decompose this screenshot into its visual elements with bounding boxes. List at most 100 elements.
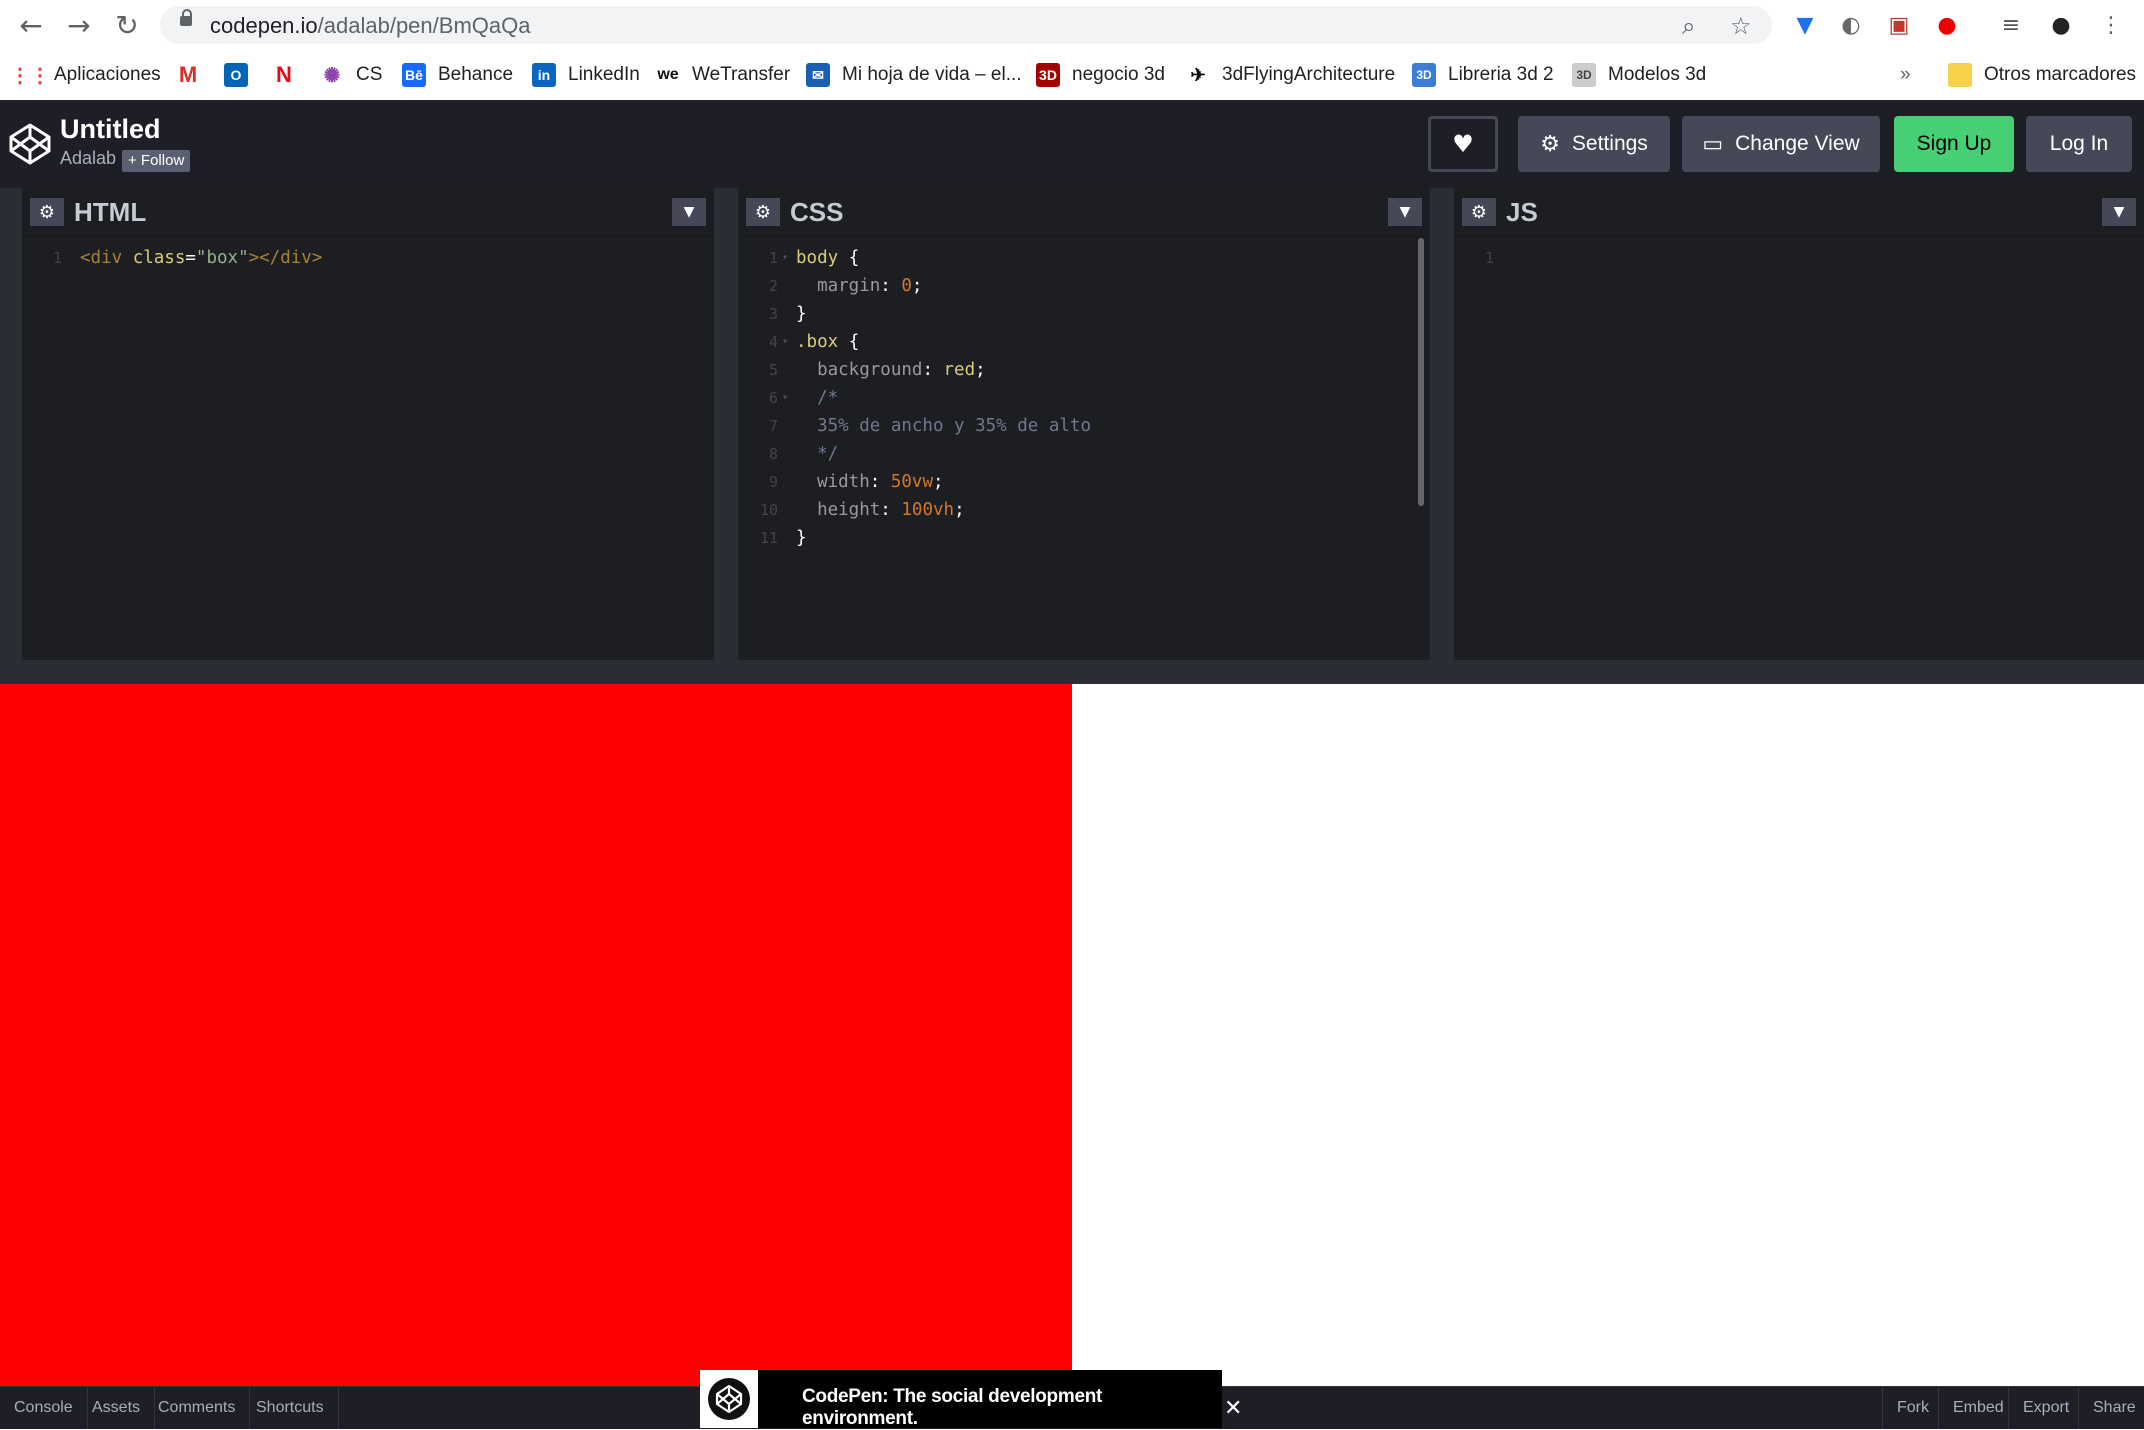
html-settings-gear-icon[interactable]: ⚙ <box>30 198 64 226</box>
html-code-area[interactable]: 1 <div class="box"></div> <box>22 244 714 272</box>
change-view-button[interactable]: ▭ Change View <box>1682 116 1880 172</box>
code-line: 7 35% de ancho y 35% de alto <box>738 412 1430 440</box>
bookmark-linkedin[interactable]: in LinkedIn <box>532 60 640 90</box>
code-token: red <box>943 360 976 380</box>
gmail-icon: M <box>178 62 198 87</box>
js-editor[interactable]: ⚙ JS ▼ 1 <box>1454 188 2144 660</box>
fold-arrow-icon[interactable]: ▾ <box>782 244 788 272</box>
bookmark-hoja-de-vida[interactable]: ✉ Mi hoja de vida – el... <box>806 60 1022 90</box>
line-number: 7 <box>768 417 778 435</box>
bookmark-modelos-3d[interactable]: 3D Modelos 3d <box>1572 60 1706 90</box>
js-settings-gear-icon[interactable]: ⚙ <box>1462 198 1496 226</box>
code-text: 35% de ancho y 35% de alto <box>796 412 1091 440</box>
code-token: height <box>796 500 881 520</box>
js-editor-title: JS <box>1506 197 1538 227</box>
code-text: background: red; <box>796 356 986 384</box>
bookmark-negocio-3d[interactable]: 3D negocio 3d <box>1036 60 1165 90</box>
zoom-icon[interactable]: ⌕ <box>1682 12 1695 40</box>
apps-grid-icon: ⋮⋮ <box>10 64 50 87</box>
bookmark-gmail[interactable]: M <box>176 60 212 90</box>
layout-icon: ▭ <box>1702 131 1724 157</box>
bookmark-otros[interactable]: Otros marcadores <box>1948 60 2136 90</box>
code-text: height: 100vh; <box>796 496 965 524</box>
code-text: body { <box>796 244 859 272</box>
back-icon[interactable]: ← <box>14 8 48 42</box>
css-chevron-down-icon[interactable]: ▼ <box>1388 198 1422 226</box>
bookmark-aplicaciones[interactable]: ⋮⋮ Aplicaciones <box>10 60 161 90</box>
opera-extension-icon[interactable]: ● <box>1932 10 1962 40</box>
settings-label: Settings <box>1571 132 1648 155</box>
code-token: 50vw <box>890 472 933 492</box>
bookmark-libreria-3d[interactable]: 3D Libreria 3d 2 <box>1412 60 1554 90</box>
code-line: 1 ▾ body { <box>738 244 1430 272</box>
shortcuts-button[interactable]: Shortcuts <box>242 1387 339 1429</box>
code-token: width <box>796 472 870 492</box>
line-number: 8 <box>768 445 778 463</box>
close-icon[interactable]: ✕ <box>1224 1396 1242 1421</box>
bookmark-3dflying[interactable]: ✈ 3dFlyingArchitecture <box>1186 60 1395 90</box>
html-chevron-down-icon[interactable]: ▼ <box>672 198 706 226</box>
code-token: ; <box>911 276 923 296</box>
address-bar[interactable]: codepen.io/adalab/pen/BmQaQa ⌕ ☆ <box>160 6 1772 44</box>
log-in-button[interactable]: Log In <box>2026 116 2132 172</box>
line-number: 4 <box>768 333 778 351</box>
bookmark-wetransfer[interactable]: we WeTransfer <box>656 60 790 90</box>
follow-button[interactable]: + Follow <box>122 150 191 172</box>
star-icon[interactable]: ☆ <box>1730 12 1752 40</box>
code-token: { <box>838 332 860 352</box>
bookmarks-more-icon[interactable]: » <box>1900 60 1911 90</box>
profile-avatar[interactable]: ● <box>2046 10 2076 40</box>
preview-pane <box>0 684 2144 1386</box>
fold-arrow-icon[interactable]: ▾ <box>782 328 788 356</box>
pen-author[interactable]: Adalab <box>60 148 116 169</box>
codepen-logo-icon[interactable] <box>8 122 52 166</box>
bookmark-netflix[interactable]: N <box>272 60 308 90</box>
export-button[interactable]: Export <box>2008 1387 2083 1429</box>
love-button[interactable]: ♥ <box>1428 116 1498 172</box>
css-settings-gear-icon[interactable]: ⚙ <box>746 198 780 226</box>
code-text: width: 50vw; <box>796 468 944 496</box>
js-chevron-down-icon[interactable]: ▼ <box>2102 198 2136 226</box>
menu-dots-icon[interactable]: ⋮ <box>2096 10 2126 40</box>
css-editor-title: CSS <box>790 197 844 227</box>
bookmark-behance[interactable]: Bē Behance <box>402 60 513 90</box>
media-icon[interactable]: ≡ <box>1996 10 2026 40</box>
css-editor[interactable]: ⚙ CSS ▼ 1 ▾ body {2 margin: 0; 3} 4 ▾ .box {5 … <box>738 188 1430 660</box>
code-token: body <box>796 248 839 268</box>
line-number: 6 <box>768 389 778 407</box>
comments-button[interactable]: Comments <box>144 1387 251 1429</box>
pdf-extension-icon[interactable]: ▣ <box>1884 10 1914 40</box>
forward-icon[interactable]: → <box>62 8 96 42</box>
code-token: ; <box>933 472 944 492</box>
code-token: class <box>132 248 186 268</box>
embed-button[interactable]: Embed <box>1938 1387 2018 1429</box>
bookmark-outlook[interactable]: O <box>224 60 260 90</box>
css-code-area[interactable]: 1 ▾ body {2 margin: 0; 3} 4 ▾ .box {5 backgrou… <box>738 244 1430 552</box>
bookmark-cs[interactable]: ✺ CS <box>320 60 383 90</box>
reload-icon[interactable]: ↻ <box>110 8 144 42</box>
console-button[interactable]: Console <box>0 1387 88 1429</box>
codepen-toast[interactable]: CodePen: The social development environm… <box>700 1370 1222 1429</box>
pen-title[interactable]: Untitled <box>60 114 161 145</box>
sign-up-button[interactable]: Sign Up <box>1894 116 2014 172</box>
extension-v-icon[interactable]: ▼ <box>1790 10 1820 40</box>
code-text: } <box>796 524 807 552</box>
url-text[interactable]: codepen.io/adalab/pen/BmQaQa <box>210 13 530 39</box>
extension-circle-icon[interactable]: ◐ <box>1836 10 1866 40</box>
css-scrollbar[interactable] <box>1418 238 1424 506</box>
share-button[interactable]: Share <box>2078 1387 2144 1429</box>
bookmark-label: Aplicaciones <box>54 64 161 85</box>
code-line: 2 margin: 0; <box>738 272 1430 300</box>
fold-arrow-icon[interactable]: ▾ <box>782 384 788 412</box>
outlook-icon: O <box>224 63 248 87</box>
address-row: ← → ↻ codepen.io/adalab/pen/BmQaQa ⌕ ☆ ▼… <box>0 0 2144 50</box>
js-code-area[interactable]: 1 <box>1454 244 2144 272</box>
settings-button[interactable]: ⚙ Settings <box>1518 116 1670 172</box>
html-editor[interactable]: ⚙ HTML ▼ 1 <div class="box"></div> <box>22 188 714 660</box>
css-editor-header: ⚙ CSS ▼ <box>738 188 1430 237</box>
toast-logo <box>700 1370 758 1428</box>
fork-button[interactable]: Fork <box>1882 1387 1943 1429</box>
wetransfer-icon: we <box>657 66 679 83</box>
preview-red-box <box>0 684 1072 1386</box>
code-text: margin: 0; <box>796 272 922 300</box>
